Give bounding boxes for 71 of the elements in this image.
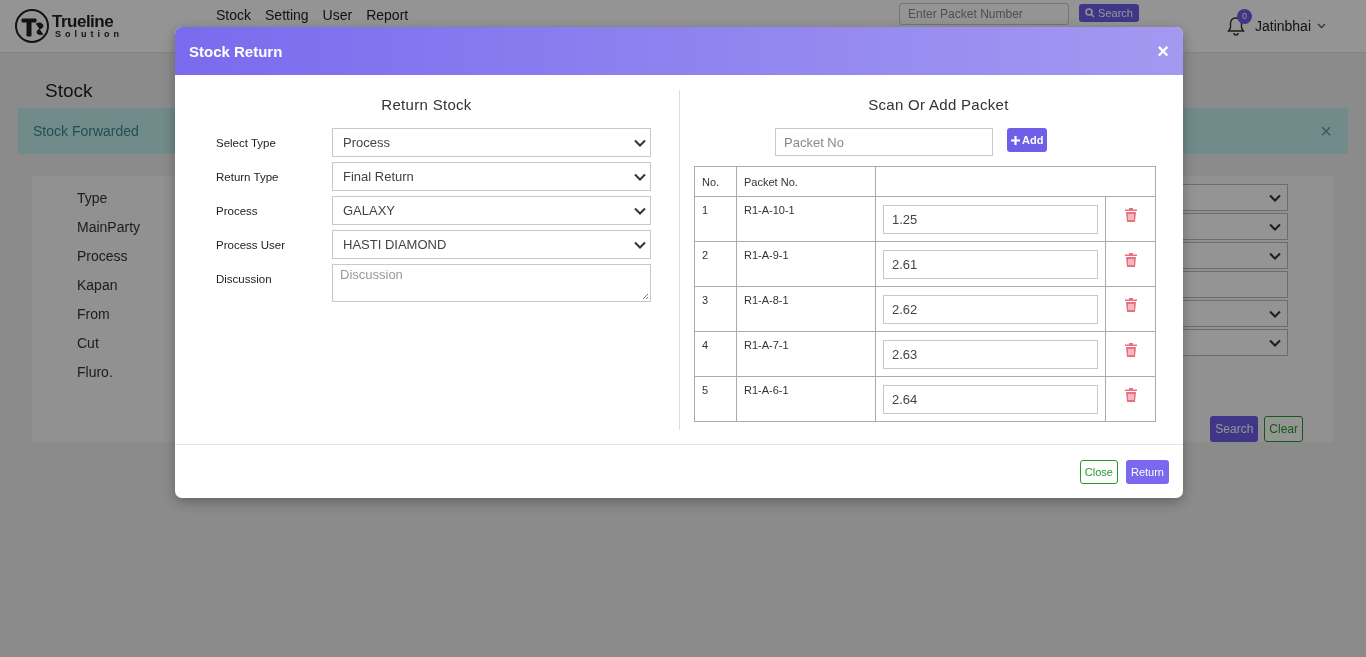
nav-link[interactable]: Stock: [216, 7, 251, 23]
logo-name: Trueline: [52, 13, 114, 30]
logo-icon: [14, 8, 50, 44]
trash-icon[interactable]: [1124, 343, 1137, 357]
select-field[interactable]: Final Return: [332, 162, 651, 191]
chevron-icon: [634, 172, 646, 181]
field-label: Select Type: [216, 135, 277, 151]
section-heading: Scan Or Add Packet: [867, 96, 1010, 113]
table-cell: 1: [694, 196, 737, 242]
column-header: Packet No.: [736, 166, 876, 197]
trash-icon[interactable]: [1124, 298, 1137, 312]
chevron-icon: [1269, 338, 1281, 347]
chevron-icon: [634, 206, 646, 215]
field-label: Process User: [216, 237, 287, 253]
field-label: Process: [216, 203, 259, 219]
nav-link[interactable]: User: [322, 7, 353, 23]
table-cell: 5: [694, 376, 737, 422]
search-button[interactable]: Search: [1079, 4, 1139, 22]
trash-icon[interactable]: [1124, 388, 1137, 402]
close-button[interactable]: Close: [1079, 459, 1118, 484]
table-cell: 2: [694, 241, 737, 287]
chevron-icon: [1269, 193, 1281, 202]
weight-field[interactable]: 2.64: [883, 385, 1098, 414]
filter-label: Cut: [77, 334, 99, 353]
filter-label: Type: [77, 189, 108, 208]
nav-link[interactable]: Report: [366, 7, 409, 23]
table-cell: R1-A-10-1: [736, 196, 876, 242]
notification-badge: 0: [1236, 8, 1252, 24]
filter-label: MainParty: [77, 218, 141, 237]
plus-icon: [1011, 135, 1020, 145]
weight-field[interactable]: 2.62: [883, 295, 1098, 324]
select-field[interactable]: HASTI DIAMOND: [332, 230, 651, 259]
chevron-icon: [634, 138, 646, 147]
add-button[interactable]: Add: [1007, 128, 1048, 152]
table-cell: R1-A-8-1: [736, 286, 876, 332]
filter-label: Process: [77, 247, 128, 266]
filter-label: Kapan: [77, 276, 118, 295]
chevron-icon: [1269, 251, 1281, 260]
field-label: Return Type: [216, 169, 280, 185]
table-cell: R1-A-9-1: [736, 241, 876, 287]
field-label: Discussion: [216, 271, 273, 287]
search-button[interactable]: Search: [1210, 416, 1259, 442]
table-cell: R1-A-7-1: [736, 331, 876, 377]
alert-message: Stock Forwarded: [33, 123, 139, 139]
resize-grip-icon: [642, 293, 649, 300]
select-field[interactable]: Process: [332, 128, 651, 157]
weight-field[interactable]: 2.61: [883, 250, 1098, 279]
weight-field[interactable]: 2.63: [883, 340, 1098, 369]
trash-icon[interactable]: [1124, 208, 1137, 222]
nav-link[interactable]: Setting: [265, 7, 309, 23]
logo-tagline: Solution: [55, 30, 123, 39]
chevron-icon: [1269, 309, 1281, 318]
table-cell: R1-A-6-1: [736, 376, 876, 422]
chevron-icon: [634, 240, 646, 249]
caret-icon: [1317, 23, 1326, 29]
filter-label: From: [77, 305, 110, 324]
packet-field[interactable]: Packet No: [775, 128, 993, 156]
modal-title: Stock Return: [189, 42, 283, 60]
table-cell: 4: [694, 331, 737, 377]
select-field[interactable]: GALAXY: [332, 196, 651, 225]
trash-icon[interactable]: [1124, 253, 1137, 267]
page-title: Stock: [45, 79, 93, 103]
weight-field[interactable]: 1.25: [883, 205, 1098, 234]
user-menu[interactable]: Jatinbhai: [1254, 18, 1326, 34]
search-icon: [1085, 8, 1096, 18]
return-button[interactable]: Return: [1125, 459, 1169, 484]
chevron-icon: [1269, 222, 1281, 231]
filter-label: Fluro.: [77, 363, 113, 382]
column-header: No.: [694, 166, 737, 197]
section-heading: Return Stock: [380, 96, 473, 113]
table-cell: 3: [694, 286, 737, 332]
